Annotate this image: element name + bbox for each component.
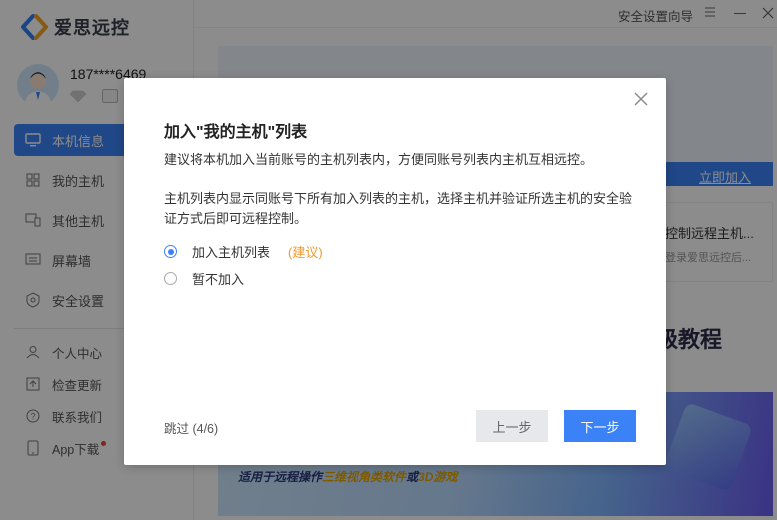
next-step-button[interactable]: 下一步: [564, 410, 636, 442]
previous-step-button[interactable]: 上一步: [476, 410, 548, 442]
radio-button[interactable]: [164, 245, 177, 258]
option-not-now[interactable]: 暂不加入: [164, 269, 244, 288]
dialog-paragraph: 主机列表内显示同账号下所有加入列表的主机，选择主机并验证所选主机的安全验证方式后…: [164, 191, 633, 226]
dialog-paragraph: 建议将本机加入当前账号的主机列表内，方便同账号列表内主机互相远控。: [164, 152, 594, 167]
dialog-title: 加入"我的主机"列表: [164, 124, 308, 141]
radio-button[interactable]: [164, 272, 177, 285]
skip-link[interactable]: 跳过 (4/6): [164, 418, 218, 437]
add-to-my-hosts-dialog: 加入"我的主机"列表 建议将本机加入当前账号的主机列表内，方便同账号列表内主机互…: [124, 78, 666, 465]
option-label: 加入主机列表: [192, 245, 271, 260]
option-label: 暂不加入: [192, 272, 245, 287]
close-icon[interactable]: [634, 92, 648, 106]
suggest-tag: (建议): [288, 245, 323, 260]
option-join-list[interactable]: 加入主机列表 (建议): [164, 242, 323, 261]
